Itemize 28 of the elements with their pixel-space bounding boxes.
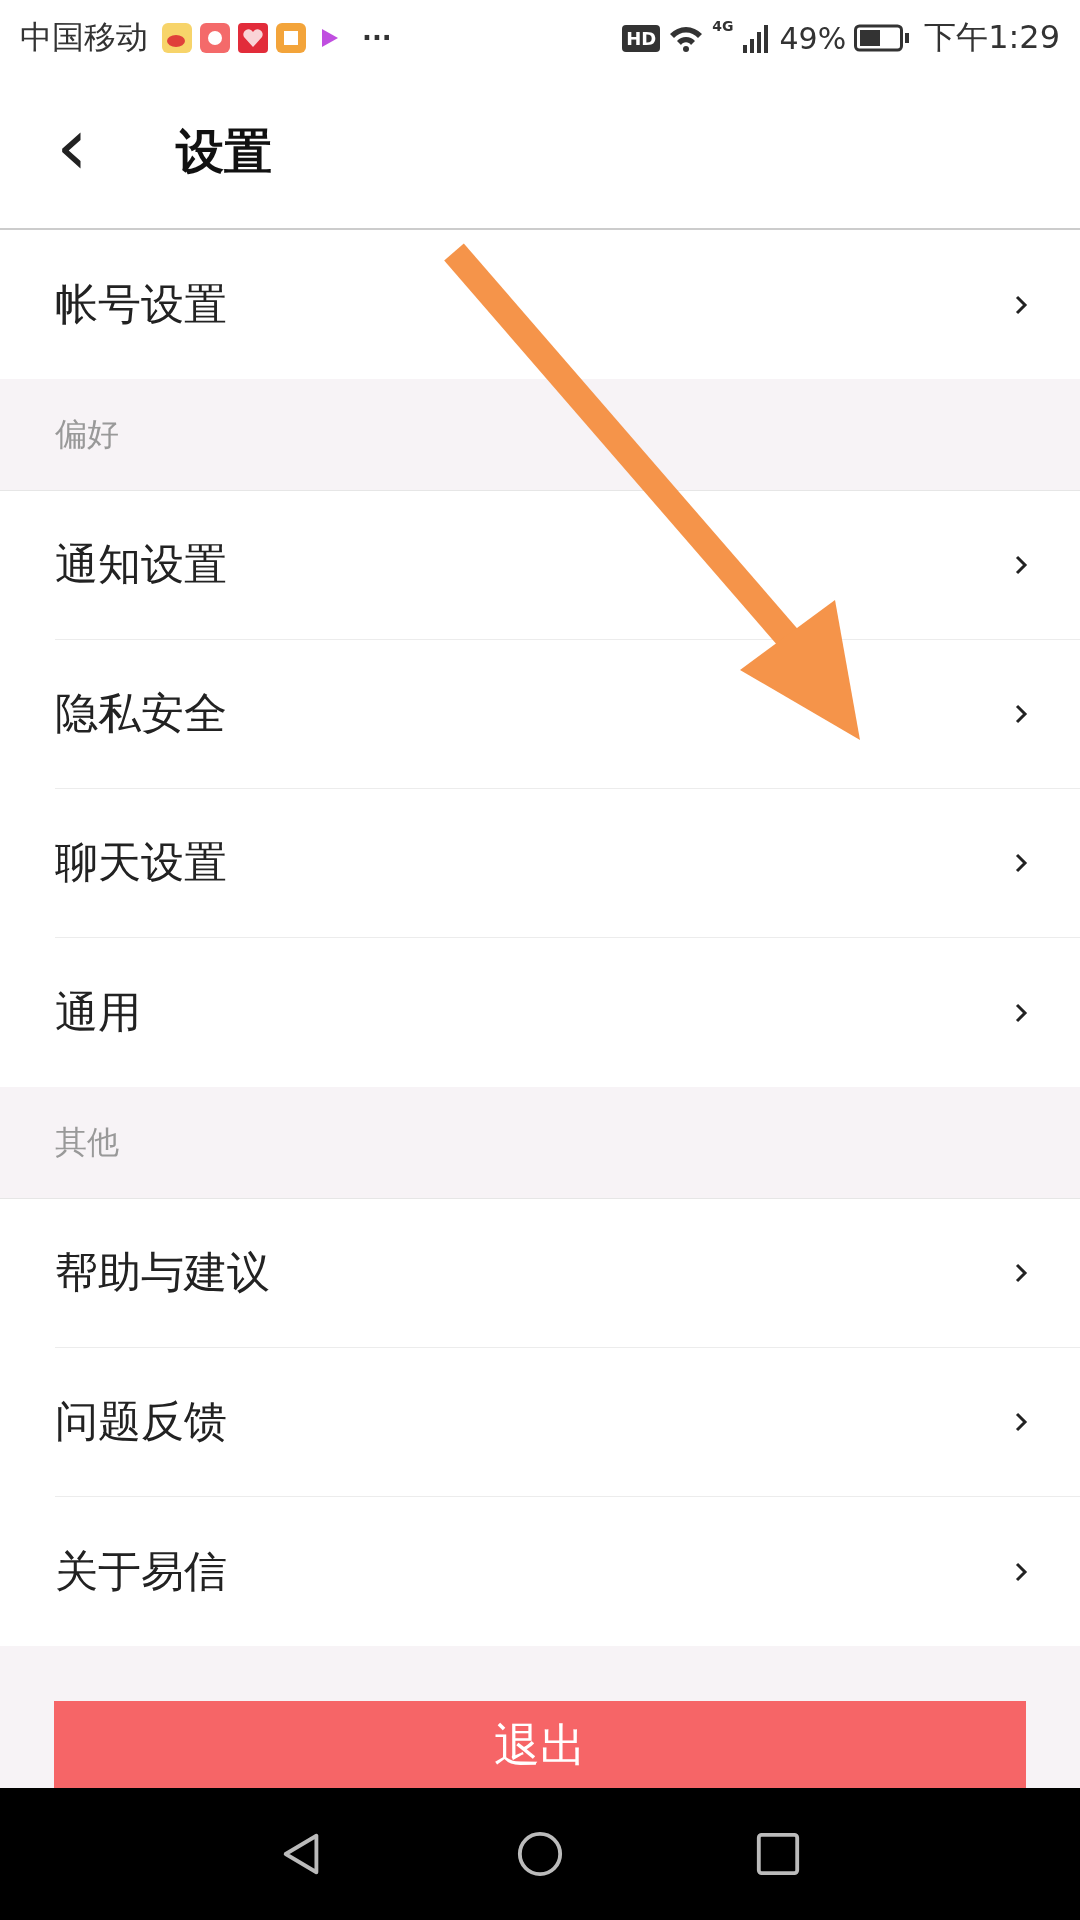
- clock-time: 下午1:29: [924, 17, 1060, 58]
- app-icon: [162, 23, 192, 53]
- wifi-icon: [668, 24, 705, 52]
- chevron-icon: [1014, 852, 1028, 874]
- chevron-icon: [1014, 1560, 1028, 1583]
- chevron-icon: [1014, 1262, 1028, 1284]
- carrier-name: 中国移动: [20, 17, 148, 58]
- chevron-icon: [1014, 1411, 1028, 1433]
- app-icon: [200, 23, 230, 53]
- chevron-icon: [1014, 703, 1028, 725]
- settings-row[interactable]: 通用: [55, 938, 1080, 1087]
- chevron-icon: [1014, 1001, 1028, 1024]
- recents-icon[interactable]: [754, 1830, 802, 1878]
- settings-row[interactable]: 聊天设置: [55, 789, 1080, 938]
- back-button[interactable]: ‹: [0, 107, 120, 197]
- hd-badge: HD: [622, 24, 661, 52]
- page-title: 设置: [176, 122, 272, 181]
- home-icon[interactable]: [516, 1830, 564, 1878]
- battery-icon: [854, 24, 911, 52]
- chevron-icon: [1014, 554, 1028, 576]
- settings-row[interactable]: 帮助与建议: [55, 1199, 1080, 1348]
- network-label: 4G: [712, 18, 734, 34]
- chevron-icon: [1014, 293, 1028, 316]
- more-icon: ···: [362, 23, 392, 53]
- app-icon: [276, 23, 306, 53]
- settings-row[interactable]: 问题反馈: [55, 1348, 1080, 1497]
- battery-percent: 49%: [779, 20, 847, 56]
- settings-row[interactable]: 关于易信: [55, 1497, 1080, 1646]
